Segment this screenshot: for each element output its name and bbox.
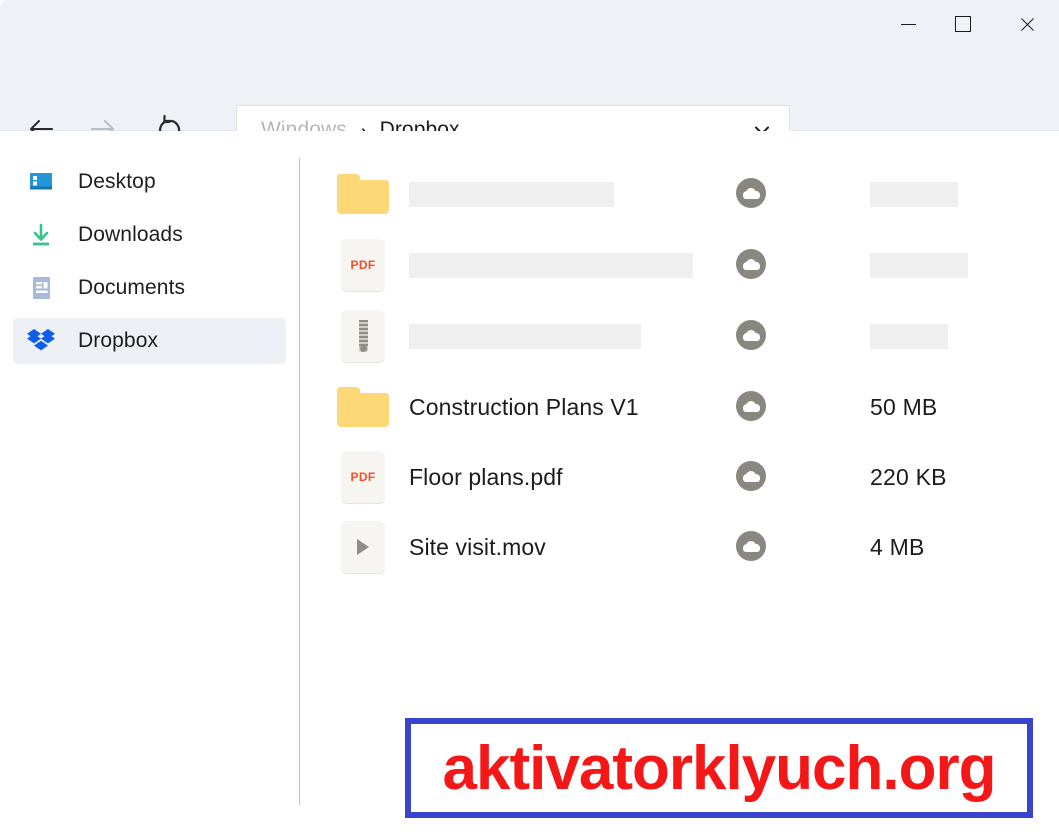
table-row[interactable]: Construction Plans V1 50 MB [300,372,1059,442]
file-size: 220 KB [870,463,947,490]
sidebar: Desktop Downloads Documents Dropbox [0,131,299,838]
folder-icon [336,167,390,221]
name-skeleton [409,323,641,349]
minimize-icon [900,23,916,25]
size-skeleton [870,323,948,349]
close-icon [1019,16,1036,33]
minimize-button[interactable] [885,0,931,48]
file-size: 4 MB [870,533,925,560]
desktop-icon [26,167,56,197]
sidebar-item-label: Desktop [78,170,156,193]
name-skeleton [409,252,693,278]
cloud-icon [736,320,768,352]
size-skeleton [870,252,968,278]
sidebar-item-documents[interactable]: Documents [13,265,286,311]
size-skeleton [870,181,958,207]
table-row[interactable] [300,301,1059,371]
maximize-button[interactable] [940,0,986,48]
navigation-toolbar: Windows › Dropbox [0,48,1059,155]
download-icon [26,220,56,250]
maximize-icon [955,16,971,32]
sidebar-item-dropbox[interactable]: Dropbox [13,318,286,364]
table-row[interactable]: PDF [300,230,1059,300]
table-row[interactable]: PDF Floor plans.pdf 220 KB [300,442,1059,512]
file-explorer-window: Windows › Dropbox Desktop Downloads Docu… [0,0,1059,838]
cloud-icon [736,178,768,210]
file-name: Construction Plans V1 [409,393,639,420]
sidebar-item-label: Documents [78,276,186,299]
folder-icon [336,380,390,434]
video-file-icon [336,520,390,574]
close-button[interactable] [1004,0,1050,48]
sidebar-item-label: Dropbox [78,329,159,352]
file-name: Floor plans.pdf [409,463,563,490]
file-name: Site visit.mov [409,533,546,560]
watermark-banner: aktivatorklyuch.org [405,718,1033,818]
table-row[interactable] [300,159,1059,229]
name-skeleton [409,181,614,207]
cloud-icon [736,531,768,563]
document-icon [26,273,56,303]
sidebar-item-downloads[interactable]: Downloads [13,212,286,258]
file-size: 50 MB [870,393,938,420]
sidebar-item-desktop[interactable]: Desktop [13,159,286,205]
dropbox-icon [26,326,56,356]
cloud-icon [736,391,768,423]
table-row[interactable]: Site visit.mov 4 MB [300,512,1059,582]
pdf-file-icon: PDF [336,238,390,292]
zip-file-icon [336,309,390,363]
watermark-text: aktivatorklyuch.org [442,733,997,803]
sidebar-item-label: Downloads [78,223,183,246]
title-bar [0,0,1059,48]
pdf-file-icon: PDF [336,450,390,504]
cloud-icon [736,461,768,493]
cloud-icon [736,249,768,281]
